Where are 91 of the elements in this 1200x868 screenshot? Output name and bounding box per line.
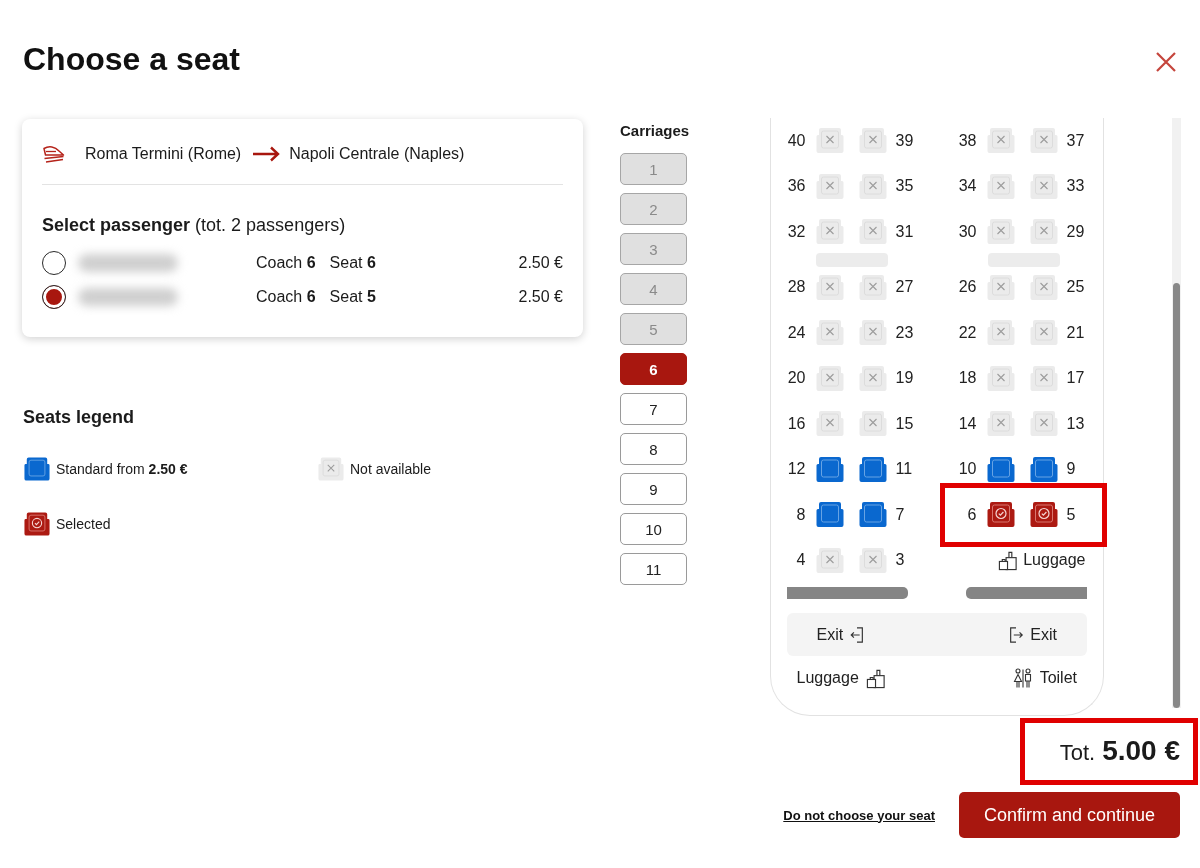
facility-label: Luggage [1023, 551, 1086, 570]
wall-icon [786, 587, 908, 599]
legend-label: Standard from 2.50 € [56, 461, 188, 477]
seat-price: 2.50 € [518, 288, 563, 306]
carriage-button[interactable]: 8 [620, 433, 687, 465]
seat-number: 24 [786, 323, 806, 342]
seat-number: 20 [786, 369, 806, 388]
seat-number: 33 [1066, 177, 1086, 196]
luggage-icon [865, 667, 886, 689]
arrow-right-icon [252, 146, 281, 162]
legend-label: Not available [350, 461, 431, 477]
seat-number: 34 [957, 177, 977, 196]
seat-number: 32 [786, 222, 806, 241]
total-amount: 5.00 € [1102, 735, 1180, 767]
seat-number: 10 [957, 460, 977, 479]
seat-number: 29 [1066, 222, 1086, 241]
facility-label: Luggage [796, 669, 859, 687]
seat-number: 11 [895, 460, 914, 479]
seat-number: 16 [786, 414, 806, 433]
exit-label: Exit [1030, 625, 1057, 644]
checked-seat-icon[interactable] [24, 511, 50, 537]
seat-number: 12 [786, 460, 806, 479]
seat-number: 27 [895, 278, 915, 297]
radio-button[interactable] [42, 285, 66, 309]
seat-number: 28 [786, 278, 806, 297]
seat-number: 30 [957, 222, 977, 241]
close-icon[interactable] [1155, 51, 1177, 73]
total-label: Tot. [1059, 740, 1096, 766]
seat-number: 23 [895, 323, 915, 342]
seat-number: 7 [895, 505, 906, 524]
seat-price: 2.50 € [518, 254, 563, 272]
restroom-icon [1012, 667, 1033, 689]
dialog-title: Choose a seat [23, 40, 240, 78]
confirm-button[interactable]: Confirm and continue [959, 792, 1180, 838]
seat-assignment: Seat 6 [329, 254, 376, 272]
carriage-button[interactable]: 11 [620, 553, 687, 585]
seat-number: 36 [786, 177, 806, 196]
exit-label: Exit [816, 625, 844, 644]
seat-number: 31 [895, 222, 915, 241]
coach-number: Coach 6 [256, 254, 316, 272]
skip-link[interactable]: Do not choose your seat [783, 807, 935, 823]
radio-button[interactable] [42, 251, 66, 275]
seat-icon[interactable] [815, 501, 844, 529]
scrollbar-thumb[interactable] [1173, 283, 1180, 708]
seat-icon[interactable] [815, 455, 844, 483]
seat-number: 15 [895, 414, 915, 433]
seat-number: 3 [895, 551, 906, 570]
door-arrow-icon [1008, 625, 1025, 644]
seat-number: 5 [1066, 505, 1077, 524]
carriage-button[interactable]: 7 [620, 393, 687, 425]
seat-number: 4 [795, 551, 806, 570]
facility-label: Toilet [1039, 669, 1077, 687]
seat-icon[interactable] [858, 455, 887, 483]
carriage-button[interactable]: 6 [620, 353, 687, 385]
door-arrow-icon [849, 625, 866, 644]
origin-station: Roma Termini (Rome) [85, 145, 242, 163]
seat-number: 38 [957, 131, 977, 150]
crossed-seat-icon [318, 456, 344, 482]
checked-seat-icon[interactable] [1029, 501, 1058, 529]
train-icon [42, 144, 66, 164]
legend-label: Selected [56, 516, 111, 532]
carriage-button[interactable]: 9 [620, 473, 687, 505]
seat-icon[interactable] [1029, 455, 1058, 483]
seat-number: 18 [957, 369, 977, 388]
seat-number: 13 [1066, 414, 1086, 433]
seat-number: 8 [795, 505, 806, 524]
seat-icon[interactable] [858, 501, 887, 529]
seat-number: 40 [786, 131, 806, 150]
seat-number: 22 [957, 323, 977, 342]
seat-number: 19 [895, 369, 915, 388]
carriage-button[interactable]: 10 [620, 513, 687, 545]
seat-number: 37 [1066, 131, 1086, 150]
destination-station: Napoli Centrale (Naples) [289, 145, 465, 163]
checked-seat-icon[interactable] [986, 501, 1015, 529]
seat-number: 25 [1066, 278, 1086, 297]
seat-icon[interactable] [986, 455, 1015, 483]
coach-number: Coach 6 [256, 288, 316, 306]
seat-number: 39 [895, 131, 915, 150]
wall-icon [966, 587, 1087, 599]
seat-number: 26 [957, 278, 977, 297]
seat-number: 14 [957, 414, 977, 433]
passenger-heading: Select passenger (tot. 2 passengers) [42, 214, 347, 236]
seat-number: 21 [1066, 323, 1086, 342]
seat-assignment: Seat 5 [329, 288, 376, 306]
seat-number: 6 [966, 505, 977, 524]
seat-icon[interactable] [24, 456, 50, 482]
carriages-title: Carriages [620, 121, 687, 141]
seat-number: 9 [1066, 460, 1077, 479]
seat-number: 35 [895, 177, 915, 196]
seat-number: 17 [1066, 369, 1086, 388]
legend-title: Seats legend [23, 406, 136, 428]
